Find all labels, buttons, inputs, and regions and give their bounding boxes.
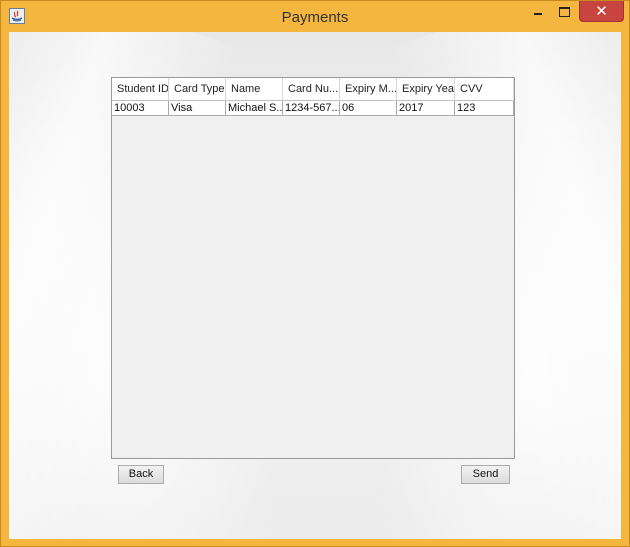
cell-card-number[interactable]: 1234-567... (283, 101, 340, 116)
column-header-expiry-year[interactable]: Expiry Year (397, 78, 455, 101)
title-bar[interactable]: Payments ✕ (1, 1, 629, 32)
close-button[interactable]: ✕ (579, 1, 624, 22)
cell-student-id[interactable]: 10003 (112, 101, 169, 116)
cell-cvv[interactable]: 123 (455, 101, 514, 116)
table-header: Student ID Card Type Name Card Nu... Exp… (112, 78, 514, 101)
column-header-name[interactable]: Name (226, 78, 283, 101)
content-area: Student ID Card Type Name Card Nu... Exp… (9, 32, 621, 539)
column-header-card-number[interactable]: Card Nu... (283, 78, 340, 101)
minimize-button[interactable] (526, 1, 551, 22)
column-header-cvv[interactable]: CVV (455, 78, 514, 101)
back-button[interactable]: Back (118, 465, 164, 484)
cell-expiry-month[interactable]: 06 (340, 101, 397, 116)
close-icon: ✕ (595, 3, 608, 20)
send-button[interactable]: Send (461, 465, 510, 484)
maximize-button[interactable] (552, 1, 577, 22)
minimize-icon (534, 13, 542, 15)
column-header-student-id[interactable]: Student ID (112, 78, 169, 101)
payments-table[interactable]: Student ID Card Type Name Card Nu... Exp… (111, 77, 515, 459)
table-row[interactable]: 10003 Visa Michael S... 1234-567... 06 2… (112, 101, 514, 116)
cell-card-type[interactable]: Visa (169, 101, 226, 116)
cell-name[interactable]: Michael S... (226, 101, 283, 116)
maximize-icon (559, 7, 570, 17)
column-header-expiry-month[interactable]: Expiry M... (340, 78, 397, 101)
cell-expiry-year[interactable]: 2017 (397, 101, 455, 116)
column-header-card-type[interactable]: Card Type (169, 78, 226, 101)
payments-window: Payments ✕ Student ID Card Type Name Car… (0, 0, 630, 547)
